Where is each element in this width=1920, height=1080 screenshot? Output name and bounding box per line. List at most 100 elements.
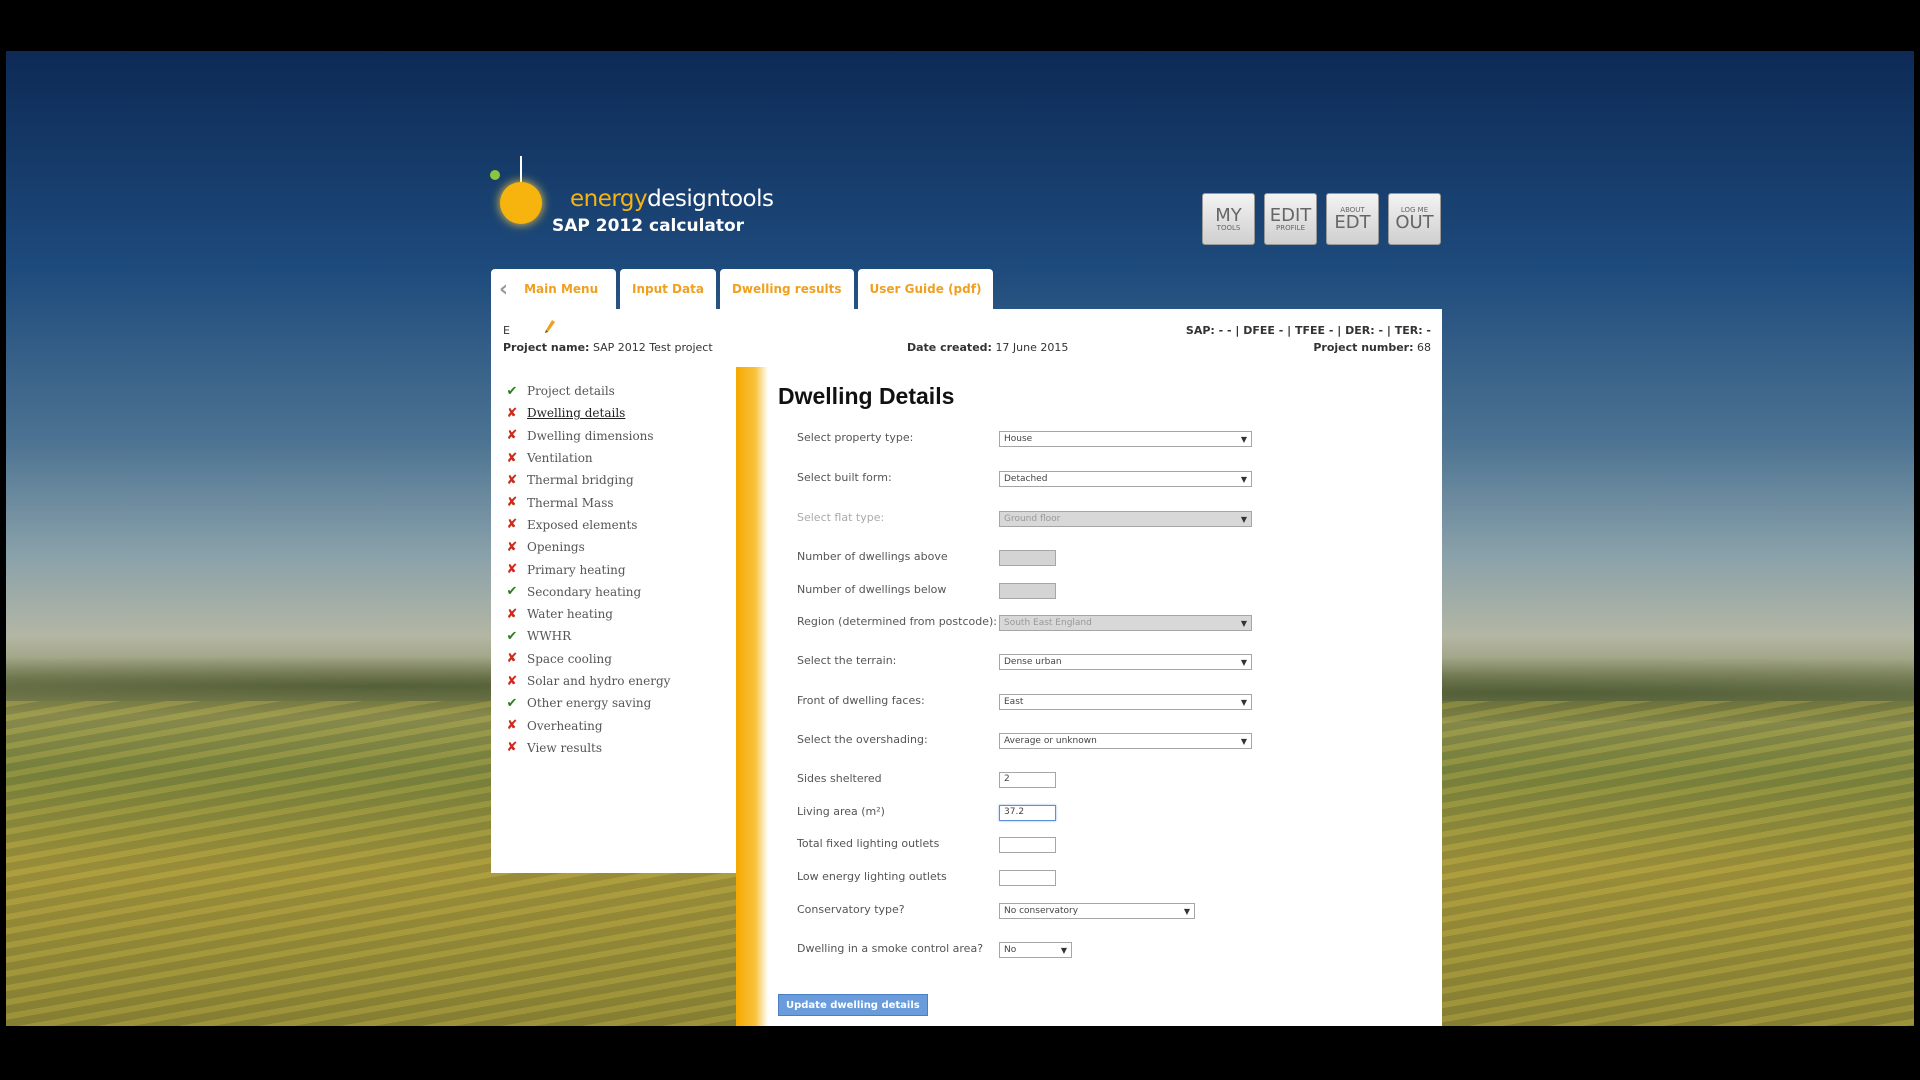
conservatory-select[interactable]: No conservatory ▼ bbox=[999, 903, 1195, 919]
tab-main-menu[interactable]: ‹ Main Menu bbox=[491, 269, 616, 309]
sidebar-item-secondary-heating[interactable]: ✔ Secondary heating bbox=[491, 581, 736, 603]
chevron-down-icon: ▼ bbox=[1183, 906, 1190, 916]
cross-icon: ✘ bbox=[506, 718, 518, 734]
sidebar-item-dwelling-details[interactable]: ✘ Dwelling details bbox=[491, 402, 736, 424]
sidebar-item-view-results[interactable]: ✘ View results bbox=[491, 737, 736, 759]
sidebar-item-solar-hydro[interactable]: ✘ Solar and hydro energy bbox=[491, 670, 736, 692]
region-label: Region (determined from postcode): bbox=[797, 615, 997, 628]
dwelling-details-form: Dwelling Details Select property type: H… bbox=[768, 367, 1442, 1026]
letterbox-bottom bbox=[0, 1026, 1920, 1080]
sidebar-item-other-energy-saving[interactable]: ✔ Other energy saving bbox=[491, 692, 736, 714]
sidebar-item-ventilation[interactable]: ✘ Ventilation bbox=[491, 447, 736, 469]
sun-icon bbox=[500, 182, 542, 224]
smoke-control-select[interactable]: No ▼ bbox=[999, 942, 1072, 958]
pencil-icon[interactable] bbox=[545, 320, 555, 334]
cross-icon: ✘ bbox=[506, 606, 518, 622]
project-number: Project number: 68 bbox=[1313, 341, 1431, 354]
chevron-down-icon: ▼ bbox=[1240, 514, 1247, 524]
cross-icon: ✘ bbox=[506, 673, 518, 689]
property-type-select[interactable]: House ▼ bbox=[999, 431, 1252, 447]
tab-input-data[interactable]: Input Data bbox=[620, 269, 716, 309]
cross-icon: ✘ bbox=[506, 472, 518, 488]
sidebar-item-project-details[interactable]: ✔ Project details bbox=[491, 380, 736, 402]
cross-icon: ✘ bbox=[506, 428, 518, 444]
chevron-down-icon: ▼ bbox=[1240, 736, 1247, 746]
sidebar-item-exposed-elements[interactable]: ✘ Exposed elements bbox=[491, 514, 736, 536]
conservatory-label: Conservatory type? bbox=[797, 903, 905, 916]
smoke-control-label: Dwelling in a smoke control area? bbox=[797, 942, 984, 955]
cross-icon: ✘ bbox=[506, 562, 518, 578]
built-form-label: Select built form: bbox=[797, 471, 892, 484]
page-title: Dwelling Details bbox=[778, 383, 955, 409]
overshading-select[interactable]: Average or unknown ▼ bbox=[999, 733, 1252, 749]
letterbox-top bbox=[0, 0, 1920, 51]
update-dwelling-details-button[interactable]: Update dwelling details bbox=[778, 994, 928, 1016]
sidebar-item-dwelling-dimensions[interactable]: ✘ Dwelling dimensions bbox=[491, 425, 736, 447]
chevron-down-icon: ▼ bbox=[1240, 697, 1247, 707]
sides-sheltered-label: Sides sheltered bbox=[797, 772, 882, 785]
dwellings-above-label: Number of dwellings above bbox=[797, 550, 948, 563]
front-faces-select[interactable]: East ▼ bbox=[999, 694, 1252, 710]
about-edt-button[interactable]: ABOUT EDT bbox=[1326, 193, 1379, 245]
sidebar-item-openings[interactable]: ✘ Openings bbox=[491, 536, 736, 558]
chevron-down-icon: ▼ bbox=[1240, 657, 1247, 667]
chevron-down-icon: ▼ bbox=[1240, 474, 1247, 484]
cross-icon: ✘ bbox=[506, 651, 518, 667]
cross-icon: ✘ bbox=[506, 450, 518, 466]
sidebar-item-primary-heating[interactable]: ✘ Primary heating bbox=[491, 558, 736, 580]
sidebar-item-thermal-mass[interactable]: ✘ Thermal Mass bbox=[491, 491, 736, 513]
property-type-label: Select property type: bbox=[797, 431, 914, 444]
tab-user-guide[interactable]: User Guide (pdf) bbox=[857, 269, 994, 309]
input-sections-nav: ✔ Project details ✘ Dwelling details ✘ Dwel… bbox=[491, 367, 736, 873]
low-energy-lighting-label: Low energy lighting outlets bbox=[797, 870, 947, 883]
overshading-label: Select the overshading: bbox=[797, 733, 928, 746]
dwellings-below-label: Number of dwellings below bbox=[797, 583, 947, 596]
check-icon: ✔ bbox=[506, 695, 518, 711]
sidebar-item-space-cooling[interactable]: ✘ Space cooling bbox=[491, 648, 736, 670]
check-icon: ✔ bbox=[506, 383, 518, 399]
chevron-left-icon: ‹ bbox=[499, 276, 509, 302]
dwellings-above-input[interactable] bbox=[999, 550, 1056, 566]
cross-icon: ✘ bbox=[506, 405, 518, 421]
living-area-label: Living area (m²) bbox=[797, 805, 885, 818]
results-summary: SAP: - - | DFEE - | TFEE - | DER: - | TE… bbox=[1185, 324, 1431, 337]
accent-bar bbox=[736, 367, 768, 1026]
chevron-down-icon: ▼ bbox=[1240, 618, 1247, 628]
cross-icon: ✘ bbox=[506, 539, 518, 555]
project-name: Project name: SAP 2012 Test project bbox=[503, 341, 713, 354]
chevron-down-icon: ▼ bbox=[1060, 945, 1067, 955]
low-energy-lighting-input[interactable] bbox=[999, 870, 1056, 886]
brand-name: energydesigntools bbox=[570, 186, 774, 212]
app-logo[interactable]: energydesigntools SAP 2012 calculator bbox=[486, 150, 786, 240]
my-tools-button[interactable]: MY TOOLS bbox=[1202, 193, 1255, 245]
sidebar-item-overheating[interactable]: ✘ Overheating bbox=[491, 714, 736, 736]
app-subtitle: SAP 2012 calculator bbox=[552, 216, 745, 236]
fixed-lighting-input[interactable] bbox=[999, 837, 1056, 853]
fixed-lighting-label: Total fixed lighting outlets bbox=[797, 837, 940, 850]
sides-sheltered-input[interactable]: 2 bbox=[999, 772, 1056, 788]
project-header: E Project name: SAP 2012 Test project Da… bbox=[491, 309, 1442, 367]
built-form-select[interactable]: Detached ▼ bbox=[999, 471, 1252, 487]
dwellings-below-input[interactable] bbox=[999, 583, 1056, 599]
sidebar-item-thermal-bridging[interactable]: ✘ Thermal bridging bbox=[491, 469, 736, 491]
sidebar-item-wwhr[interactable]: ✔ WWHR bbox=[491, 625, 736, 647]
edit-profile-button[interactable]: EDIT PROFILE bbox=[1264, 193, 1317, 245]
terrain-select[interactable]: Dense urban ▼ bbox=[999, 654, 1252, 670]
top-toolbar: MY TOOLS EDIT PROFILE ABOUT EDT LOG ME O… bbox=[1202, 193, 1441, 245]
leaf-icon bbox=[490, 170, 500, 180]
log-out-button[interactable]: LOG ME OUT bbox=[1388, 193, 1441, 245]
cross-icon: ✘ bbox=[506, 495, 518, 511]
tab-dwelling-results[interactable]: Dwelling results bbox=[719, 269, 854, 309]
check-icon: ✔ bbox=[506, 628, 518, 644]
front-faces-label: Front of dwelling faces: bbox=[797, 694, 925, 707]
living-area-input[interactable]: 37.2 bbox=[999, 805, 1056, 821]
flat-type-label: Select flat type: bbox=[797, 511, 885, 524]
region-select[interactable]: South East England ▼ bbox=[999, 615, 1252, 631]
cross-icon: ✘ bbox=[506, 740, 518, 756]
cross-icon: ✘ bbox=[506, 517, 518, 533]
terrain-label: Select the terrain: bbox=[797, 654, 897, 667]
sidebar-item-water-heating[interactable]: ✘ Water heating bbox=[491, 603, 736, 625]
date-created: Date created: 17 June 2015 bbox=[907, 341, 1069, 354]
chevron-down-icon: ▼ bbox=[1240, 434, 1247, 444]
flat-type-select[interactable]: Ground floor ▼ bbox=[999, 511, 1252, 527]
